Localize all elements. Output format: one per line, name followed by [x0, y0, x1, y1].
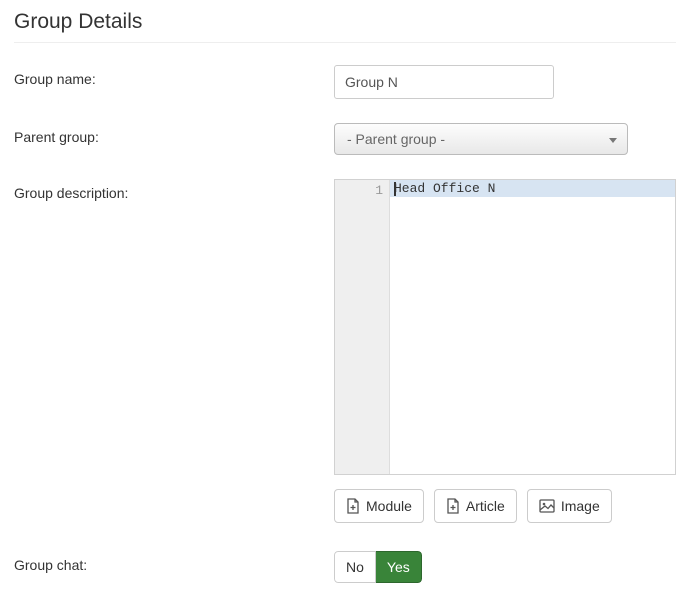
- article-button-label: Article: [466, 498, 505, 514]
- chat-no-button[interactable]: No: [334, 551, 376, 583]
- module-button-label: Module: [366, 498, 412, 514]
- page-title: Group Details: [14, 10, 676, 43]
- chat-yes-button[interactable]: Yes: [376, 551, 422, 583]
- label-parent-group: Parent group:: [14, 123, 334, 155]
- editor-code-area[interactable]: Head Office N: [390, 180, 675, 474]
- image-button[interactable]: Image: [527, 489, 612, 523]
- chevron-down-icon: [609, 131, 617, 147]
- module-button[interactable]: Module: [334, 489, 424, 523]
- row-group-name: Group name:: [14, 65, 676, 99]
- line-number: 1: [335, 182, 383, 199]
- editor-button-row: Module Article Image: [334, 489, 676, 523]
- editor-line-text: Head Office N: [394, 181, 495, 196]
- parent-group-selected-text: - Parent group -: [347, 131, 445, 147]
- file-plus-icon: [446, 498, 460, 514]
- row-group-description: Group description: 1 Head Office N Modul…: [14, 179, 676, 523]
- group-chat-toggle: No Yes: [334, 551, 422, 583]
- parent-group-select[interactable]: - Parent group -: [334, 123, 628, 155]
- row-parent-group: Parent group: - Parent group -: [14, 123, 676, 155]
- label-group-chat: Group chat:: [14, 551, 334, 583]
- label-group-description: Group description:: [14, 179, 334, 523]
- editor-gutter: 1: [335, 180, 390, 474]
- row-group-chat: Group chat: No Yes: [14, 551, 676, 583]
- label-group-name: Group name:: [14, 65, 334, 99]
- article-button[interactable]: Article: [434, 489, 517, 523]
- image-icon: [539, 499, 555, 513]
- group-name-input[interactable]: [334, 65, 554, 99]
- image-button-label: Image: [561, 498, 600, 514]
- description-editor[interactable]: 1 Head Office N: [334, 179, 676, 475]
- file-plus-icon: [346, 498, 360, 514]
